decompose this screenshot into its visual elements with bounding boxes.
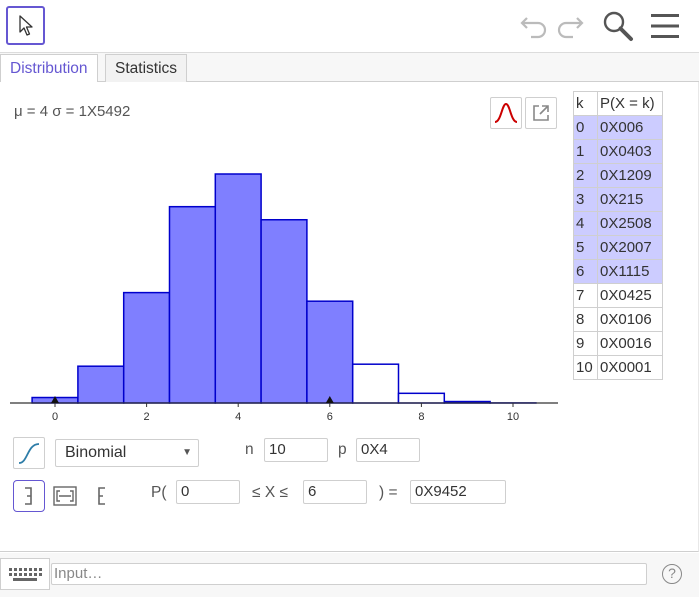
table-row: 8 0X0106 (573, 307, 663, 332)
table-cell-k: 3 (573, 187, 598, 212)
move-tool-button[interactable] (6, 6, 45, 45)
interval-icon (53, 486, 77, 506)
bar-k-3 (168, 205, 217, 404)
table-cell-probability: 0X006 (597, 115, 663, 140)
right-sided-icon (98, 487, 105, 505)
bar-k-1 (77, 365, 125, 404)
x-tick-label: 2 (144, 411, 150, 422)
table-cell-k: 6 (573, 259, 598, 284)
cursor-arrow-icon (19, 15, 33, 36)
dropdown-arrow-icon: ▼ (182, 447, 192, 458)
table-row: 1 0X0403 (573, 139, 663, 164)
table-cell-k: 0 (573, 115, 598, 140)
n-input[interactable]: 10 (264, 438, 328, 462)
undo-icon[interactable] (519, 12, 549, 40)
table-cell-k: 2 (573, 163, 598, 188)
distribution-chart[interactable]: 0 2 4 6 8 10 (0, 82, 560, 422)
redo-icon[interactable] (555, 12, 585, 40)
cumulative-toggle-button[interactable] (13, 437, 45, 469)
table-cell-k: 4 (573, 211, 598, 236)
table-cell-probability: 0X2007 (597, 235, 663, 260)
table-cell-k: 7 (573, 283, 598, 308)
interval-button[interactable] (49, 480, 81, 512)
table-row: 5 0X2007 (573, 235, 663, 260)
table-cell-k: 9 (573, 331, 598, 356)
upper-bound-input[interactable]: 6 (303, 480, 367, 504)
table-row: 0 0X006 (573, 115, 663, 140)
table-header-probability: P(X = k) (597, 91, 663, 116)
x-tick-label: 8 (418, 411, 424, 422)
probability-table: k P(X = k) 0 0X006 1 0X0403 2 0X1209 3 0X215 4 0X… (573, 91, 663, 380)
algebra-input[interactable]: Input… (51, 563, 647, 585)
view-tabs: Distribution Statistics (0, 53, 699, 84)
table-cell-k: 1 (573, 139, 598, 164)
x-tick-label: 4 (235, 411, 241, 422)
hamburger-menu-icon[interactable] (651, 13, 679, 39)
table-cell-probability: 0X0001 (597, 355, 663, 380)
table-header-k: k (573, 91, 598, 116)
bar-k-6 (306, 300, 354, 404)
right-sided-button[interactable] (85, 480, 117, 512)
bar-k-2 (122, 291, 171, 404)
keyboard-icon (9, 568, 42, 581)
table-row: 10 0X0001 (573, 355, 663, 380)
x-tick-label: 6 (327, 411, 333, 422)
table-cell-probability: 0X0403 (597, 139, 663, 164)
bar-k-4 (214, 173, 262, 404)
table-row: 4 0X2508 (573, 211, 663, 236)
toolbar (0, 0, 699, 53)
x-tick-label: 10 (507, 411, 519, 422)
help-icon[interactable]: ? (662, 564, 682, 584)
table-cell-probability: 0X0425 (597, 283, 663, 308)
left-sided-icon (25, 487, 32, 505)
keyboard-button[interactable] (0, 558, 50, 590)
table-cell-probability: 0X1115 (597, 259, 663, 284)
table-cell-probability: 0X0106 (597, 307, 663, 332)
n-label: n (245, 441, 254, 458)
table-cell-probability: 0X2508 (597, 211, 663, 236)
left-sided-button[interactable] (13, 480, 45, 512)
table-cell-k: 5 (573, 235, 598, 260)
table-row: 6 0X1115 (573, 259, 663, 284)
distribution-type-value: Binomial (65, 444, 127, 461)
table-cell-probability: 0X0016 (597, 331, 663, 356)
distribution-type-select[interactable]: Binomial ▼ (55, 439, 199, 467)
table-cell-k: 8 (573, 307, 598, 332)
lower-bound-input[interactable]: 0 (176, 480, 240, 504)
table-cell-k: 10 (573, 355, 598, 380)
result-value: 0X9452 (410, 480, 506, 504)
table-row: 7 0X0425 (573, 283, 663, 308)
p-label: p (338, 441, 347, 458)
x-tick-label: 0 (52, 411, 58, 422)
between-label: ≤ X ≤ (252, 484, 288, 501)
probability-prefix: P( (151, 484, 167, 501)
cumulative-curve-icon (18, 443, 40, 464)
search-icon[interactable] (602, 10, 634, 42)
tab-distribution[interactable]: Distribution (0, 54, 98, 84)
p-input[interactable]: 0X4 (356, 438, 420, 462)
bar-k-7 (351, 363, 400, 404)
table-row: 2 0X1209 (573, 163, 663, 188)
table-cell-probability: 0X1209 (597, 163, 663, 188)
result-label: ) = (379, 484, 398, 501)
bar-k-8 (397, 392, 446, 404)
tab-statistics[interactable]: Statistics (105, 54, 188, 83)
table-row: 9 0X0016 (573, 331, 663, 356)
bar-k-5 (260, 218, 308, 404)
table-cell-probability: 0X215 (597, 187, 663, 212)
table-row: 3 0X215 (573, 187, 663, 212)
